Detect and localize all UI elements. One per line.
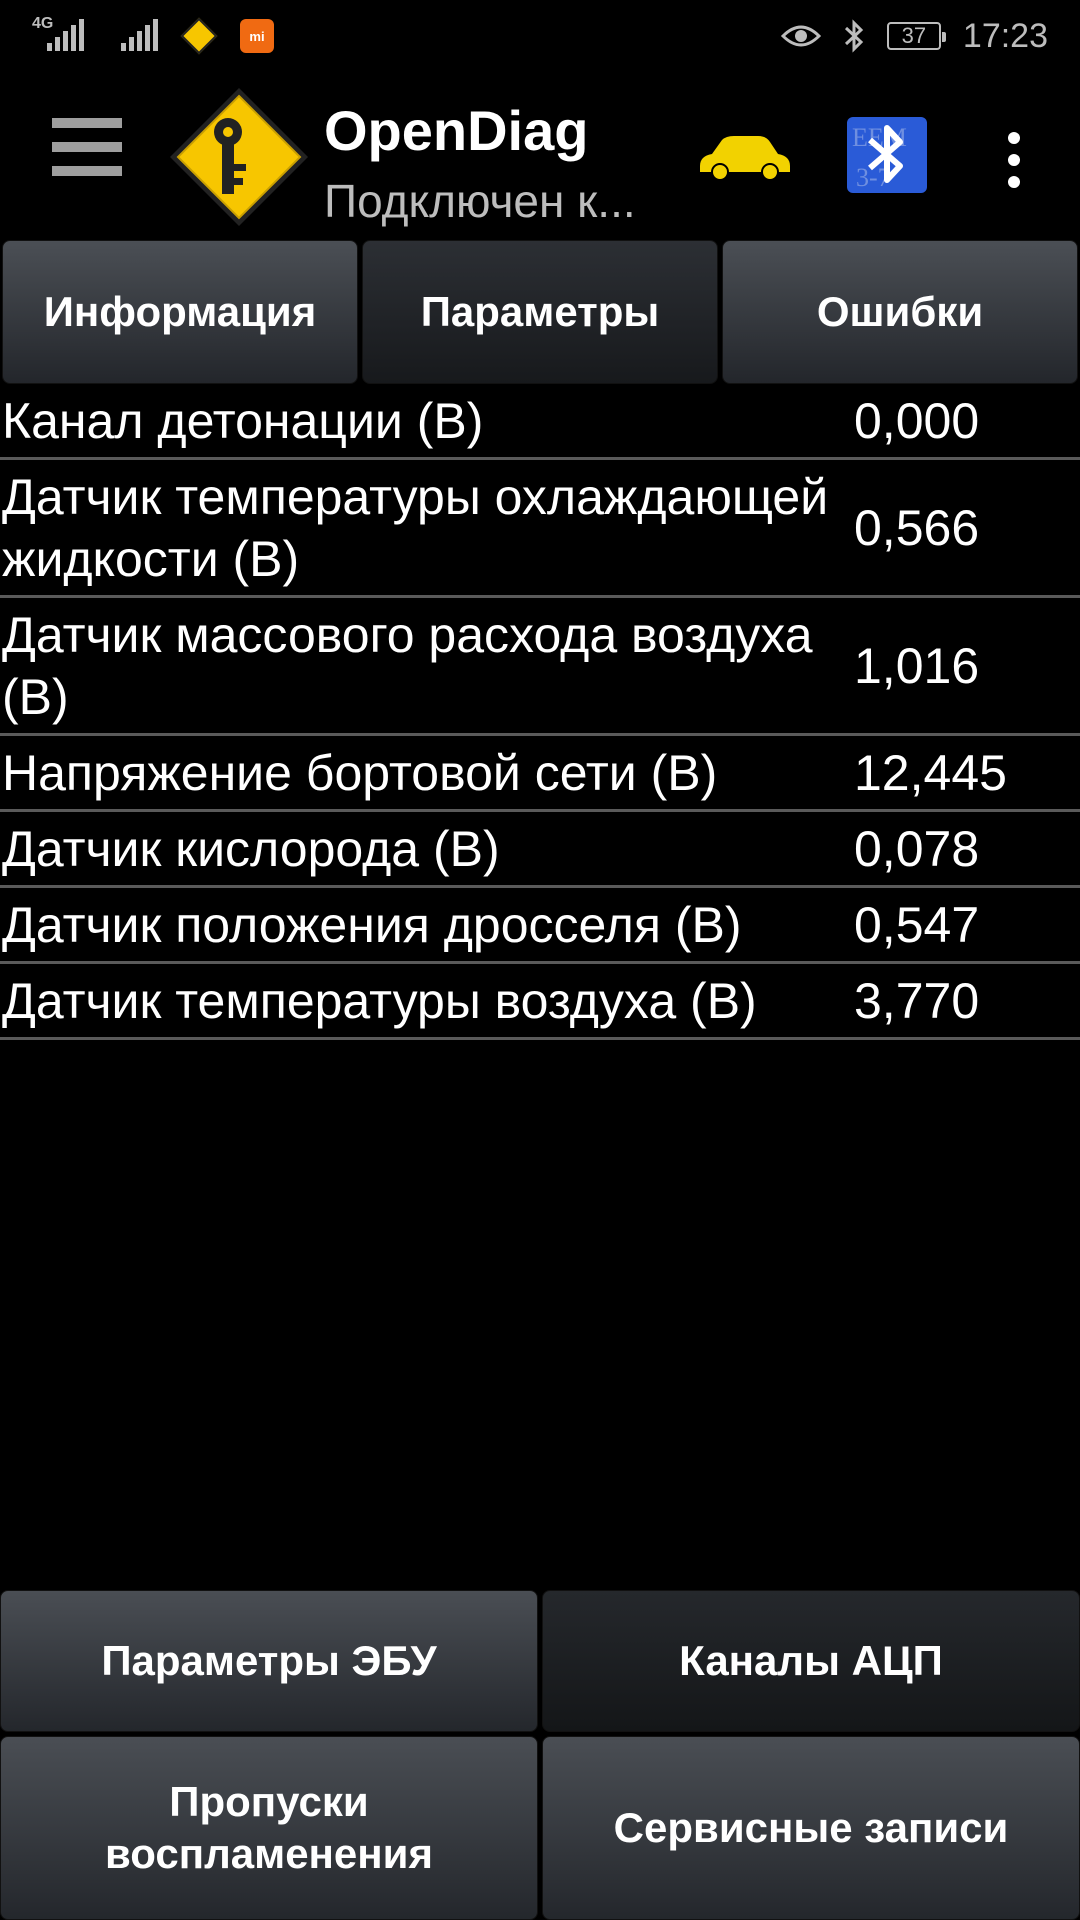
hamburger-menu-icon[interactable] [52,118,122,194]
connection-status: Подключен к... [324,175,636,227]
parameter-value: 0,078 [854,820,980,877]
tab-parameters[interactable]: Параметры [362,240,718,384]
parameter-row: Датчик температуры охлаждающей жидкости … [0,460,1080,598]
opendiag-logo-icon [170,88,308,226]
car-icon[interactable] [694,128,794,184]
app-title: OpenDiag [324,99,589,162]
parameter-row: Датчик массового расхода воздуха (В) 1,0… [0,598,1080,736]
parameter-list: Канал детонации (В) 0,000 Датчик темпера… [0,384,1080,1040]
app-bar: OpenDiag Подключен к... ЕЕМ 3-7 [0,72,1080,240]
parameter-label: Датчик массового расхода воздуха (В) [2,606,813,725]
parameter-value: 0,547 [854,896,980,953]
parameter-row: Датчик кислорода (В) 0,078 [0,812,1080,888]
status-right: 37 17:23 [780,16,1048,56]
bluetooth-connection-icon[interactable]: ЕЕМ 3-7 [846,116,928,194]
opendiag-notification-icon [180,17,218,55]
parameter-value: 1,016 [854,637,980,694]
parameter-label: Датчик кислорода (В) [2,820,500,877]
mi-notification-icon: mi [240,19,274,53]
service-records-button[interactable]: Сервисные записи [542,1736,1080,1920]
ecu-parameters-button[interactable]: Параметры ЭБУ [0,1590,538,1732]
parameter-label: Датчик температуры охлаждающей жидкости … [2,468,829,587]
parameter-label: Напряжение бортовой сети (В) [2,744,718,801]
adc-channels-button[interactable]: Каналы АЦП [542,1590,1080,1732]
misfires-button[interactable]: Пропуски воспламенения [0,1736,538,1920]
battery-icon: 37 [886,22,946,50]
signal-icon [106,19,158,53]
eye-icon [780,25,821,47]
bottom-button-grid: Параметры ЭБУ Каналы АЦП Пропуски воспла… [0,1590,1080,1920]
parameter-row: Канал детонации (В) 0,000 [0,384,1080,460]
more-options-icon[interactable] [1000,132,1028,188]
status-left: 4G mi [32,15,274,55]
status-bar: 4G mi 37 17:23 [0,0,1080,72]
parameter-row: Напряжение бортовой сети (В) 12,445 [0,736,1080,812]
parameter-value: 0,000 [854,392,980,449]
bluetooth-status-icon [844,19,864,53]
parameter-label: Канал детонации (В) [2,392,484,449]
parameter-value: 12,445 [854,744,1007,801]
tab-information[interactable]: Информация [2,240,358,384]
parameter-row: Датчик положения дросселя (В) 0,547 [0,888,1080,964]
parameter-label: Датчик температуры воздуха (В) [2,972,757,1029]
tab-errors[interactable]: Ошибки [722,240,1078,384]
parameter-value: 3,770 [854,972,980,1029]
parameter-row: Датчик температуры воздуха (В) 3,770 [0,964,1080,1040]
clock: 17:23 [962,16,1048,55]
signal-4g-icon: 4G [32,15,84,53]
parameter-label: Датчик положения дросселя (В) [2,896,742,953]
parameter-value: 0,566 [854,499,980,556]
tab-bar: Информация Параметры Ошибки [0,240,1080,384]
battery-level: 37 [901,23,927,48]
